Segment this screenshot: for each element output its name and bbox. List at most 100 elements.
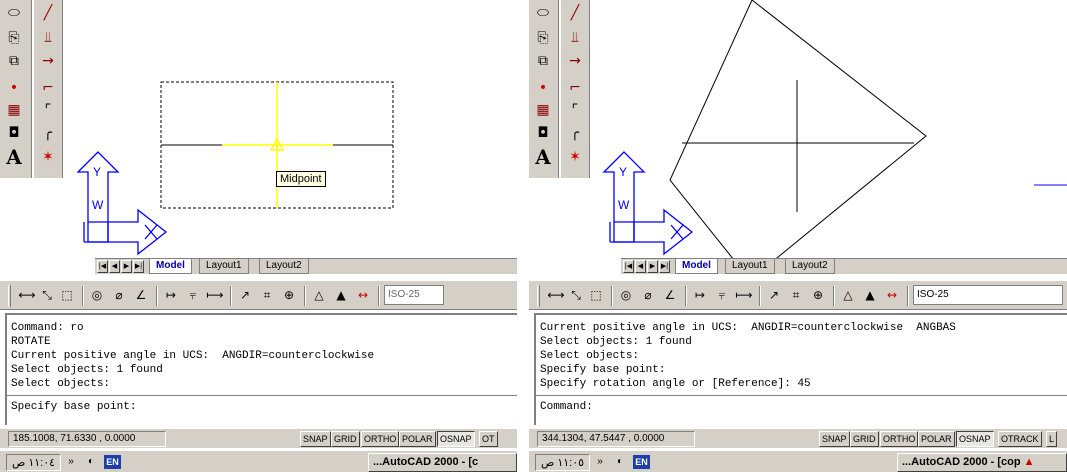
- aligned-dim-icon[interactable]: ⤡: [567, 286, 585, 304]
- linear-dim-icon[interactable]: ⟷: [547, 286, 565, 304]
- ortho-button[interactable]: ORTHO: [880, 431, 919, 447]
- toolbar-grip[interactable]: [8, 285, 11, 307]
- dim-text-edit-icon[interactable]: ▲: [332, 286, 350, 304]
- tolerance-icon[interactable]: ⌗: [787, 286, 805, 304]
- extend-icon[interactable]: →: [36, 50, 60, 72]
- next-tab-icon[interactable]: ▶: [121, 260, 132, 273]
- polar-button[interactable]: POLAR: [918, 431, 955, 447]
- rotated-rectangle[interactable]: [669, 0, 927, 258]
- tab-model[interactable]: Model: [149, 259, 192, 274]
- drawing-canvas[interactable]: Y W Midpoint ⬭ ⎘ ⧉ • ▦ ◘ A ╱ ⫫ → ⌐ ⌜ ╭ ✶…: [0, 0, 517, 280]
- ortho-button[interactable]: ORTHO: [361, 431, 400, 447]
- polar-button[interactable]: POLAR: [399, 431, 436, 447]
- explode-icon[interactable]: ✶: [563, 146, 587, 168]
- center-mark-icon[interactable]: ⊕: [809, 286, 827, 304]
- radius-dim-icon[interactable]: ◎: [88, 286, 106, 304]
- erase-line-icon[interactable]: ╱: [563, 2, 587, 24]
- dim-edit-icon[interactable]: △: [839, 286, 857, 304]
- aligned-dim-icon[interactable]: ⤡: [38, 286, 56, 304]
- fillet-icon[interactable]: ╭: [563, 122, 587, 144]
- dim-update-icon[interactable]: ↔: [354, 286, 372, 304]
- tolerance-icon[interactable]: ⌗: [258, 286, 276, 304]
- tray-expand-icon[interactable]: »: [593, 455, 607, 469]
- prev-tab-icon[interactable]: ◀: [635, 260, 646, 273]
- ordinate-dim-icon[interactable]: ⬚: [587, 286, 605, 304]
- linear-dim-icon[interactable]: ⟷: [18, 286, 36, 304]
- command-prompt-input[interactable]: Specify base point:: [11, 400, 136, 414]
- trim-icon[interactable]: ⫫: [563, 27, 587, 49]
- multiline-text-icon[interactable]: A: [531, 145, 555, 169]
- radius-dim-icon[interactable]: ◎: [617, 286, 635, 304]
- lwt-button[interactable]: L: [1046, 431, 1058, 447]
- taskbar-app-button[interactable]: ...AutoCAD 2000 - [cop ▲: [897, 453, 1067, 472]
- angular-dim-icon[interactable]: ∠: [661, 286, 679, 304]
- trim-icon[interactable]: ⫫: [36, 27, 60, 49]
- prev-tab-icon[interactable]: ◀: [109, 260, 120, 273]
- last-tab-icon[interactable]: ▶|: [659, 260, 670, 273]
- break-icon[interactable]: ⌐: [36, 77, 60, 99]
- dim-style-select[interactable]: ISO-25: [384, 285, 444, 305]
- quick-dim-icon[interactable]: ↦: [691, 286, 709, 304]
- grid-button[interactable]: GRID: [331, 431, 360, 447]
- make-block-icon[interactable]: ⧉: [531, 50, 555, 72]
- diameter-dim-icon[interactable]: ⌀: [639, 286, 657, 304]
- make-block-icon[interactable]: ⧉: [2, 50, 26, 72]
- ordinate-dim-icon[interactable]: ⬚: [58, 286, 76, 304]
- first-tab-icon[interactable]: |◀: [623, 260, 634, 273]
- otrack-button[interactable]: OTRACK: [998, 431, 1042, 447]
- ellipse-icon[interactable]: ⬭: [531, 2, 555, 24]
- center-mark-icon[interactable]: ⊕: [280, 286, 298, 304]
- last-tab-icon[interactable]: ▶|: [133, 260, 144, 273]
- tab-layout1[interactable]: Layout1: [725, 259, 775, 274]
- taskbar-app-button[interactable]: ...AutoCAD 2000 - [c: [368, 453, 517, 472]
- chamfer-icon[interactable]: ⌜: [563, 99, 587, 121]
- osnap-button[interactable]: OSNAP: [956, 431, 994, 447]
- diameter-dim-icon[interactable]: ⌀: [110, 286, 128, 304]
- hatch-icon[interactable]: ▦: [2, 99, 26, 121]
- hatch-icon[interactable]: ▦: [531, 99, 555, 121]
- multiline-text-icon[interactable]: A: [2, 145, 26, 169]
- chamfer-icon[interactable]: ⌜: [36, 99, 60, 121]
- insert-block-icon[interactable]: ⎘: [531, 27, 555, 49]
- leader-icon[interactable]: ↗: [236, 286, 254, 304]
- dim-update-icon[interactable]: ↔: [883, 286, 901, 304]
- angular-dim-icon[interactable]: ∠: [132, 286, 150, 304]
- speaker-icon[interactable]: ◐: [613, 455, 627, 469]
- next-tab-icon[interactable]: ▶: [647, 260, 658, 273]
- grid-button[interactable]: GRID: [850, 431, 879, 447]
- otrack-button[interactable]: OT: [479, 431, 498, 447]
- region-icon[interactable]: ◘: [531, 122, 555, 144]
- erase-line-icon[interactable]: ╱: [36, 2, 60, 24]
- tab-layout2[interactable]: Layout2: [785, 259, 835, 274]
- language-indicator[interactable]: EN: [633, 455, 650, 469]
- tab-layout2[interactable]: Layout2: [259, 259, 309, 274]
- drawing-scene[interactable]: Y W: [529, 0, 1067, 258]
- dim-style-select[interactable]: ISO-25: [913, 285, 1063, 305]
- drawing-scene[interactable]: Y W: [0, 0, 517, 258]
- snap-button[interactable]: SNAP: [300, 431, 331, 447]
- quick-dim-icon[interactable]: ↦: [162, 286, 180, 304]
- snap-button[interactable]: SNAP: [819, 431, 850, 447]
- baseline-dim-icon[interactable]: ⫧: [713, 286, 731, 304]
- point-icon[interactable]: •: [2, 77, 26, 99]
- dim-text-edit-icon[interactable]: ▲: [861, 286, 879, 304]
- continue-dim-icon[interactable]: ⟼: [206, 286, 224, 304]
- toolbar-grip[interactable]: [537, 285, 540, 307]
- language-indicator[interactable]: EN: [104, 455, 121, 469]
- tray-expand-icon[interactable]: »: [64, 455, 78, 469]
- region-icon[interactable]: ◘: [2, 122, 26, 144]
- tab-layout1[interactable]: Layout1: [199, 259, 249, 274]
- drawing-canvas[interactable]: Y W ⬭ ⎘ ⧉ • ▦ ◘ A ╱ ⫫ → ⌐ ⌜ ╭ ✶ |◀ ◀ ▶ ▶…: [529, 0, 1067, 280]
- command-prompt-input[interactable]: Command:: [540, 400, 593, 414]
- fillet-icon[interactable]: ╭: [36, 122, 60, 144]
- point-icon[interactable]: •: [531, 77, 555, 99]
- ellipse-icon[interactable]: ⬭: [2, 2, 26, 24]
- extend-icon[interactable]: →: [563, 50, 587, 72]
- explode-icon[interactable]: ✶: [36, 146, 60, 168]
- leader-icon[interactable]: ↗: [765, 286, 783, 304]
- continue-dim-icon[interactable]: ⟼: [735, 286, 753, 304]
- break-icon[interactable]: ⌐: [563, 77, 587, 99]
- speaker-icon[interactable]: ◐: [84, 455, 98, 469]
- osnap-button[interactable]: OSNAP: [437, 431, 475, 447]
- tab-model[interactable]: Model: [675, 259, 718, 274]
